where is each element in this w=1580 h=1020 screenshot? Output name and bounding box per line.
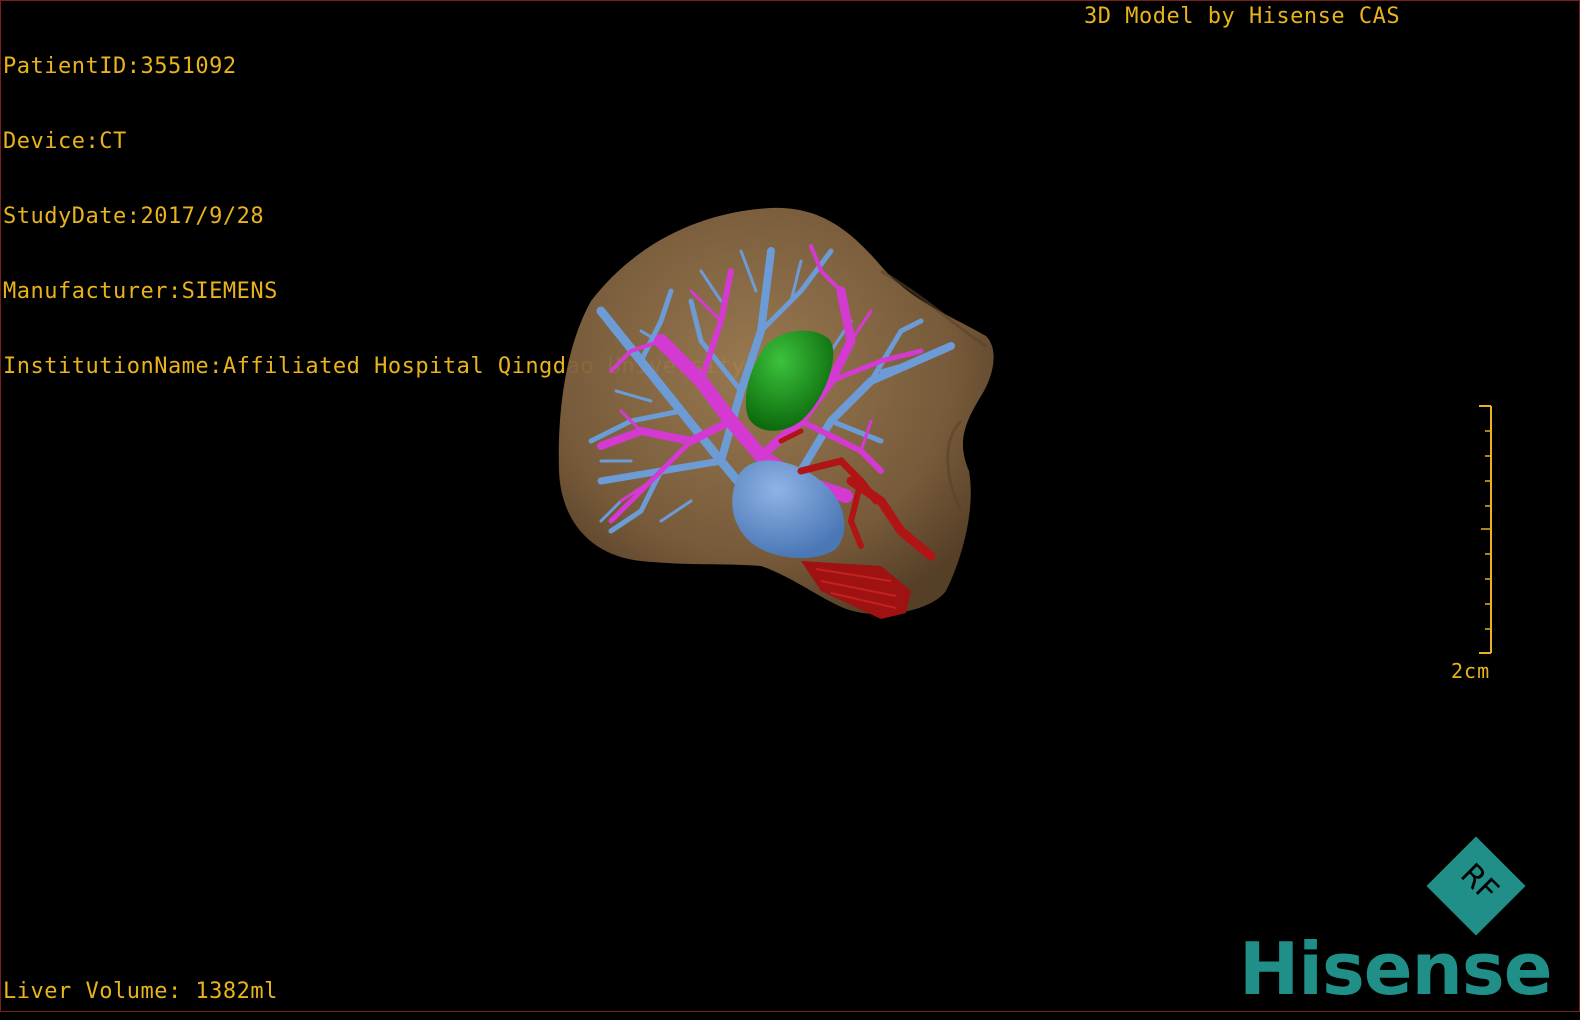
scale-label: 2cm	[1451, 659, 1491, 683]
hisense-logo: Hisense	[1239, 927, 1553, 1011]
liver-volume-text: Liver Volume: 1382ml	[3, 979, 278, 1004]
3d-viewport[interactable]: PatientID:3551092 Device:CT StudyDate:20…	[0, 0, 1580, 1012]
liver-3d-model[interactable]	[1, 1, 1579, 1011]
rf-logo-icon: RF	[1426, 836, 1526, 936]
scale-bar	[1479, 405, 1492, 654]
